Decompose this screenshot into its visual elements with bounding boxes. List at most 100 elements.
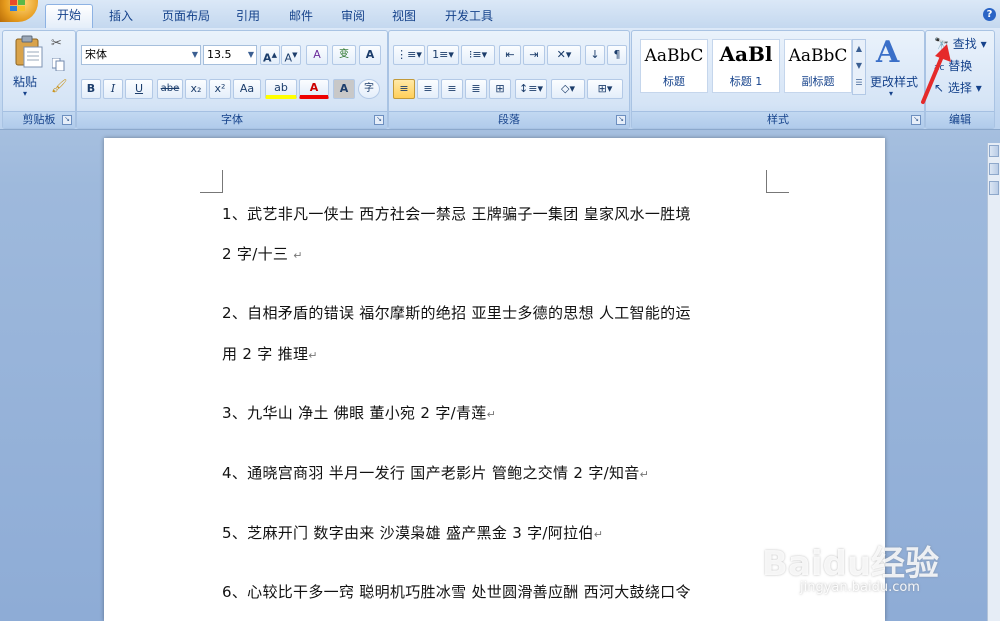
paragraph[interactable]: 5、芝麻开门 数字由来 沙漠枭雄 盛产黑金 3 字/阿拉伯↵ <box>222 523 782 545</box>
tab-mailings[interactable]: 邮件 <box>281 6 321 28</box>
borders-button[interactable]: ⊞▾ <box>587 79 623 99</box>
distributed-button[interactable]: ⊞ <box>489 79 511 99</box>
style-name: 标题 <box>663 75 685 88</box>
chinese-layout-button[interactable]: ✕▾ <box>547 45 581 65</box>
style-title[interactable]: AaBbC 标题 <box>640 39 708 93</box>
paragraph-line: 用 2 字 推理 <box>222 345 309 363</box>
paste-button[interactable]: 粘贴 <box>13 73 37 90</box>
line-spacing-button[interactable]: ↕≡▾ <box>515 79 547 99</box>
paragraph-line: 1、武艺非凡一侠士 西方社会一禁忌 王牌骗子一集团 皇家风水一胜境 <box>222 205 691 223</box>
styles-launcher-icon[interactable]: ↘ <box>911 115 921 125</box>
paragraph[interactable]: 1、武艺非凡一侠士 西方社会一禁忌 王牌骗子一集团 皇家风水一胜境 <box>222 204 782 224</box>
paragraph-mark-icon: ↵ <box>593 528 604 541</box>
font-size-combo[interactable]: 13.5 ▼ <box>203 45 257 65</box>
clear-format-button[interactable]: A <box>306 45 328 65</box>
tab-page-layout[interactable]: 页面布局 <box>153 6 219 28</box>
ruler-toggle-icon[interactable] <box>989 145 999 157</box>
scroll-up-icon[interactable] <box>989 163 999 175</box>
align-left-button[interactable]: ≡ <box>393 79 415 99</box>
increase-indent-button[interactable]: ⇥ <box>523 45 545 65</box>
bullets-button[interactable]: ⋮≡▾ <box>393 45 425 65</box>
baidu-brand: Baidu经验 <box>762 544 940 584</box>
italic-button[interactable]: I <box>103 79 123 99</box>
paragraph-launcher-icon[interactable]: ↘ <box>616 115 626 125</box>
character-shading-button[interactable]: A <box>333 79 355 99</box>
tab-references[interactable]: 引用 <box>228 6 268 28</box>
style-name: 副标题 <box>801 75 835 88</box>
paragraph[interactable]: 用 2 字 推理↵ <box>222 344 782 366</box>
tab-review[interactable]: 审阅 <box>333 6 373 28</box>
tab-view[interactable]: 视图 <box>384 6 424 28</box>
annotation-arrow <box>921 44 951 104</box>
styles-group-label: 样式 <box>632 111 924 128</box>
numbering-button[interactable]: 1≡▾ <box>427 45 459 65</box>
scroll-thumb[interactable] <box>989 181 999 195</box>
character-border-button[interactable]: A <box>359 45 381 65</box>
subscript-button[interactable]: x₂ <box>185 79 207 99</box>
paragraph[interactable]: 6、心较比干多一窍 聪明机巧胜冰雪 处世圆滑善应酬 西河大鼓绕口令 <box>222 582 782 602</box>
paste-icon[interactable] <box>11 35 45 69</box>
align-center-button[interactable]: ≡ <box>417 79 439 99</box>
tab-developer[interactable]: 开发工具 <box>438 6 500 28</box>
strikethrough-button[interactable]: abe <box>157 79 183 99</box>
paragraph-line: 6、心较比干多一窍 聪明机巧胜冰雪 处世圆滑善应酬 西河大鼓绕口令 <box>222 583 691 601</box>
help-icon[interactable]: ? <box>983 8 996 21</box>
chevron-down-icon: ▼ <box>191 50 198 59</box>
phonetic-guide-button[interactable]: 变 <box>332 45 356 65</box>
sort-button[interactable]: ↓ <box>585 45 605 65</box>
font-name-combo[interactable]: 宋体 ▼ <box>81 45 201 65</box>
shrink-font-button[interactable]: A▼ <box>281 45 301 65</box>
style-subtitle[interactable]: AaBbC 副标题 <box>784 39 852 93</box>
styles-group: AaBbC 标题 AaBl 标题 1 AaBbC 副标题 ▲ ▼ ☰ A 更改样式 … <box>631 30 925 129</box>
decrease-indent-button[interactable]: ⇤ <box>499 45 521 65</box>
editing-group-label: 编辑 <box>926 111 994 128</box>
text-highlight-button[interactable]: ab <box>265 79 297 99</box>
underline-button[interactable]: U <box>125 79 153 99</box>
justify-button[interactable]: ≣ <box>465 79 487 99</box>
change-case-button[interactable]: Aa <box>233 79 261 99</box>
paragraph[interactable]: 2 字/十三 ↵ <box>222 244 782 266</box>
paragraph[interactable]: 3、九华山 净土 佛眼 董小宛 2 字/青莲↵ <box>222 403 782 425</box>
multilevel-list-button[interactable]: ⁝≡▾ <box>461 45 495 65</box>
bold-button[interactable]: B <box>81 79 101 99</box>
chevron-down-icon: ▼ <box>247 50 254 59</box>
paste-dropdown-icon[interactable]: ▾ <box>23 89 27 98</box>
shading-button[interactable]: ◇▾ <box>551 79 585 99</box>
styles-scroll[interactable]: ▲ ▼ ☰ <box>852 39 866 95</box>
office-button[interactable] <box>0 0 38 22</box>
paragraph-mark-icon: ↵ <box>308 349 318 362</box>
font-group: 宋体 ▼ 13.5 ▼ A▲ A▼ A 变 A B I U abe x₂ x² Aa… <box>76 30 388 129</box>
change-styles-button[interactable]: 更改样式 <box>870 73 918 90</box>
paragraph-group-label: 段落 <box>389 111 629 128</box>
superscript-button[interactable]: x² <box>209 79 231 99</box>
change-styles-icon[interactable]: A <box>876 35 910 70</box>
find-label: 查找 <box>952 37 977 51</box>
clipboard-launcher-icon[interactable]: ↘ <box>62 115 72 125</box>
style-sample: AaBl <box>719 42 773 66</box>
paragraph-mark-icon: ↵ <box>486 408 497 421</box>
tab-insert[interactable]: 插入 <box>101 6 141 28</box>
baidu-url: jingyan.baidu.com <box>800 580 920 595</box>
format-painter-icon[interactable]: 🖌 <box>51 79 68 94</box>
font-group-label: 字体 <box>77 111 387 128</box>
paragraph[interactable]: 2、自相矛盾的错误 福尔摩斯的绝招 亚里士多德的思想 人工智能的运 <box>222 303 782 323</box>
tab-home[interactable]: 开始 <box>45 4 93 29</box>
grow-font-button[interactable]: A▲ <box>260 45 280 65</box>
ribbon-tab-strip: 开始 插入 页面布局 引用 邮件 审阅 视图 开发工具 ? <box>0 0 1000 29</box>
cut-icon[interactable]: ✂ <box>51 36 62 51</box>
font-size-value: 13.5 <box>207 48 232 61</box>
enclose-characters-button[interactable]: 字 <box>358 79 380 99</box>
font-launcher-icon[interactable]: ↘ <box>374 115 384 125</box>
paragraph-mark-icon: ↵ <box>293 249 303 262</box>
show-hide-marks-button[interactable]: ¶ <box>607 45 627 65</box>
style-heading-1[interactable]: AaBl 标题 1 <box>712 39 780 93</box>
copy-icon[interactable] <box>51 57 65 72</box>
chevron-down-icon[interactable]: ▾ <box>889 89 893 98</box>
grow-font-label: A <box>263 51 272 65</box>
font-color-button[interactable]: A <box>299 79 329 99</box>
align-right-button[interactable]: ≡ <box>441 79 463 99</box>
margin-corner-left <box>200 170 223 193</box>
paragraph[interactable]: 4、通晓宫商羽 半月一发行 国产老影片 管鲍之交情 2 字/知音↵ <box>222 463 782 485</box>
ribbon: 粘贴 ▾ ✂ 🖌 剪贴板 ↘ 宋体 ▼ 13.5 ▼ A▲ A▼ A 变 A B I… <box>0 28 1000 130</box>
baidu-watermark: Baidu经验 jingyan.baidu.com <box>740 510 990 610</box>
